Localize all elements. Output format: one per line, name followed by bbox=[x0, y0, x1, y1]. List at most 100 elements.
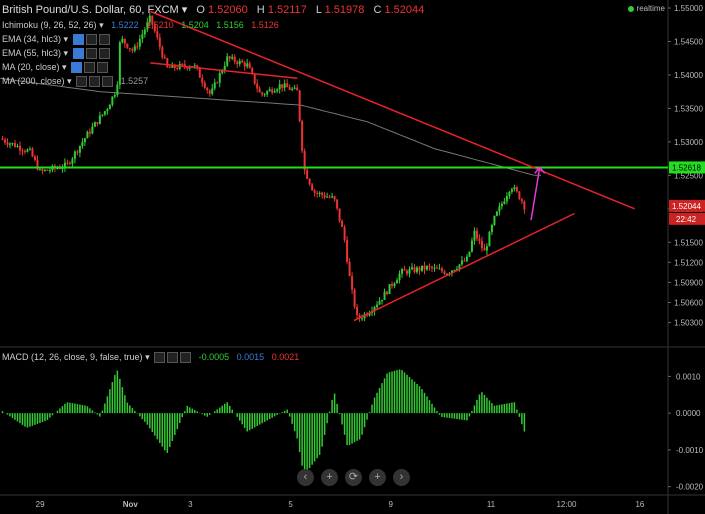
macd-legend[interactable]: MACD (12, 26, close, 9, false, true) ▾ -… bbox=[2, 352, 300, 364]
close-icon[interactable] bbox=[180, 352, 192, 364]
candle-body bbox=[206, 87, 209, 91]
realtime-status: realtime bbox=[627, 4, 665, 13]
close-icon[interactable] bbox=[98, 34, 110, 46]
price-tick-label: 1.54000 bbox=[674, 71, 703, 80]
candle-body bbox=[321, 192, 324, 196]
candle-body bbox=[236, 61, 239, 65]
candle-body bbox=[465, 256, 468, 262]
candle-body bbox=[16, 145, 19, 147]
eye-icon[interactable] bbox=[72, 48, 84, 60]
candle-body bbox=[356, 307, 359, 315]
macd-value: 0.0015 bbox=[236, 352, 265, 362]
candle-body bbox=[485, 246, 488, 251]
candle-body bbox=[241, 60, 244, 63]
candle-body bbox=[463, 260, 466, 262]
candle-body bbox=[341, 220, 344, 227]
candle-body bbox=[41, 169, 44, 171]
candle-body bbox=[93, 122, 96, 127]
scroll-left-button[interactable]: ‹ bbox=[297, 469, 314, 486]
candle-body bbox=[520, 199, 523, 202]
candle-body bbox=[460, 260, 463, 265]
scroll-right-button[interactable]: › bbox=[393, 469, 410, 486]
status-dot-icon bbox=[627, 5, 634, 12]
reset-button[interactable]: ⟳ bbox=[345, 469, 362, 486]
candle-body bbox=[351, 276, 354, 290]
candle-body bbox=[38, 169, 41, 171]
candle-body bbox=[396, 280, 399, 284]
settings-icon[interactable] bbox=[85, 34, 97, 46]
close-icon[interactable] bbox=[98, 48, 110, 60]
candle-body bbox=[161, 47, 164, 58]
indicator-ma20[interactable]: MA (20, close) ▾ bbox=[2, 62, 109, 74]
time-tick-label: 29 bbox=[36, 500, 45, 509]
candle-body bbox=[518, 191, 521, 200]
candle-body bbox=[283, 83, 286, 88]
candle-body bbox=[138, 39, 141, 47]
candle-body bbox=[393, 283, 396, 286]
eye-icon[interactable] bbox=[71, 62, 83, 74]
symbol-title[interactable]: British Pound/U.S. Dollar, 60, FXCM bbox=[2, 4, 179, 16]
candle-body bbox=[133, 46, 136, 51]
candle-body bbox=[331, 196, 334, 198]
zoom-out-button[interactable]: + bbox=[321, 469, 338, 486]
close-value: 1.52044 bbox=[384, 4, 425, 16]
settings-icon[interactable] bbox=[84, 62, 96, 74]
candle-body bbox=[336, 199, 339, 209]
candle-body bbox=[218, 72, 221, 83]
price-tick-label: 1.50600 bbox=[674, 298, 703, 307]
zoom-in-button[interactable]: + bbox=[369, 469, 386, 486]
candle-body bbox=[81, 142, 84, 147]
chart-root: { "header": { "symbol": "British Pound/U… bbox=[0, 0, 705, 514]
indicator-ma200[interactable]: MA (200, close) ▾ 1.5257 bbox=[2, 76, 149, 88]
candle-body bbox=[376, 304, 379, 308]
settings-icon[interactable] bbox=[167, 352, 179, 364]
eye-icon[interactable] bbox=[76, 76, 88, 88]
candle-body bbox=[258, 88, 261, 93]
open-label: O bbox=[196, 4, 205, 16]
candle-body bbox=[378, 301, 381, 305]
close-icon[interactable] bbox=[97, 62, 109, 74]
trendline bbox=[353, 212, 575, 322]
indicator-ema34[interactable]: EMA (34, hlc3) ▾ bbox=[2, 34, 110, 46]
candle-body bbox=[23, 151, 26, 153]
candle-body bbox=[13, 143, 16, 147]
candle-body bbox=[428, 266, 431, 268]
indicator-name: EMA (55, hlc3) bbox=[2, 48, 62, 58]
close-icon[interactable] bbox=[102, 76, 114, 88]
candle-body bbox=[488, 231, 491, 247]
price-tick-label: 1.53500 bbox=[674, 104, 703, 113]
candle-body bbox=[278, 84, 281, 90]
candle-body bbox=[96, 122, 99, 124]
candle-body bbox=[26, 149, 29, 152]
candle-body bbox=[3, 139, 6, 143]
settings-icon[interactable] bbox=[89, 76, 101, 88]
candle-body bbox=[435, 267, 438, 269]
candle-body bbox=[483, 248, 486, 251]
candle-body bbox=[48, 170, 51, 172]
candle-body bbox=[301, 120, 304, 151]
indicator-name: MACD (12, 26, close, 9, false, true) bbox=[2, 352, 143, 362]
indicator-ichimoku[interactable]: Ichimoku (9, 26, 52, 26) ▾ 1.5222 1.5210… bbox=[2, 20, 279, 31]
candle-body bbox=[78, 146, 81, 153]
candle-body bbox=[276, 89, 279, 92]
indicator-value: 1.5210 bbox=[146, 20, 174, 30]
candle-body bbox=[408, 269, 411, 274]
candle-body bbox=[508, 191, 511, 197]
eye-icon[interactable] bbox=[72, 34, 84, 46]
price-tick-label: 1.55000 bbox=[674, 4, 703, 13]
settings-icon[interactable] bbox=[85, 48, 97, 60]
indicator-value: 1.5257 bbox=[120, 76, 149, 86]
candle-body bbox=[443, 271, 446, 275]
chevron-down-icon[interactable]: ▾ bbox=[182, 4, 188, 16]
candle-body bbox=[223, 65, 226, 71]
candle-body bbox=[101, 114, 104, 116]
candle-body bbox=[233, 56, 236, 62]
macd-value: 0.0021 bbox=[271, 352, 300, 362]
eye-icon[interactable] bbox=[154, 352, 166, 364]
candle-body bbox=[328, 196, 331, 198]
candle-body bbox=[201, 77, 204, 83]
indicator-ema55[interactable]: EMA (55, hlc3) ▾ bbox=[2, 48, 110, 60]
candle-body bbox=[493, 215, 496, 225]
candle-body bbox=[66, 162, 69, 164]
candle-body bbox=[98, 115, 101, 124]
